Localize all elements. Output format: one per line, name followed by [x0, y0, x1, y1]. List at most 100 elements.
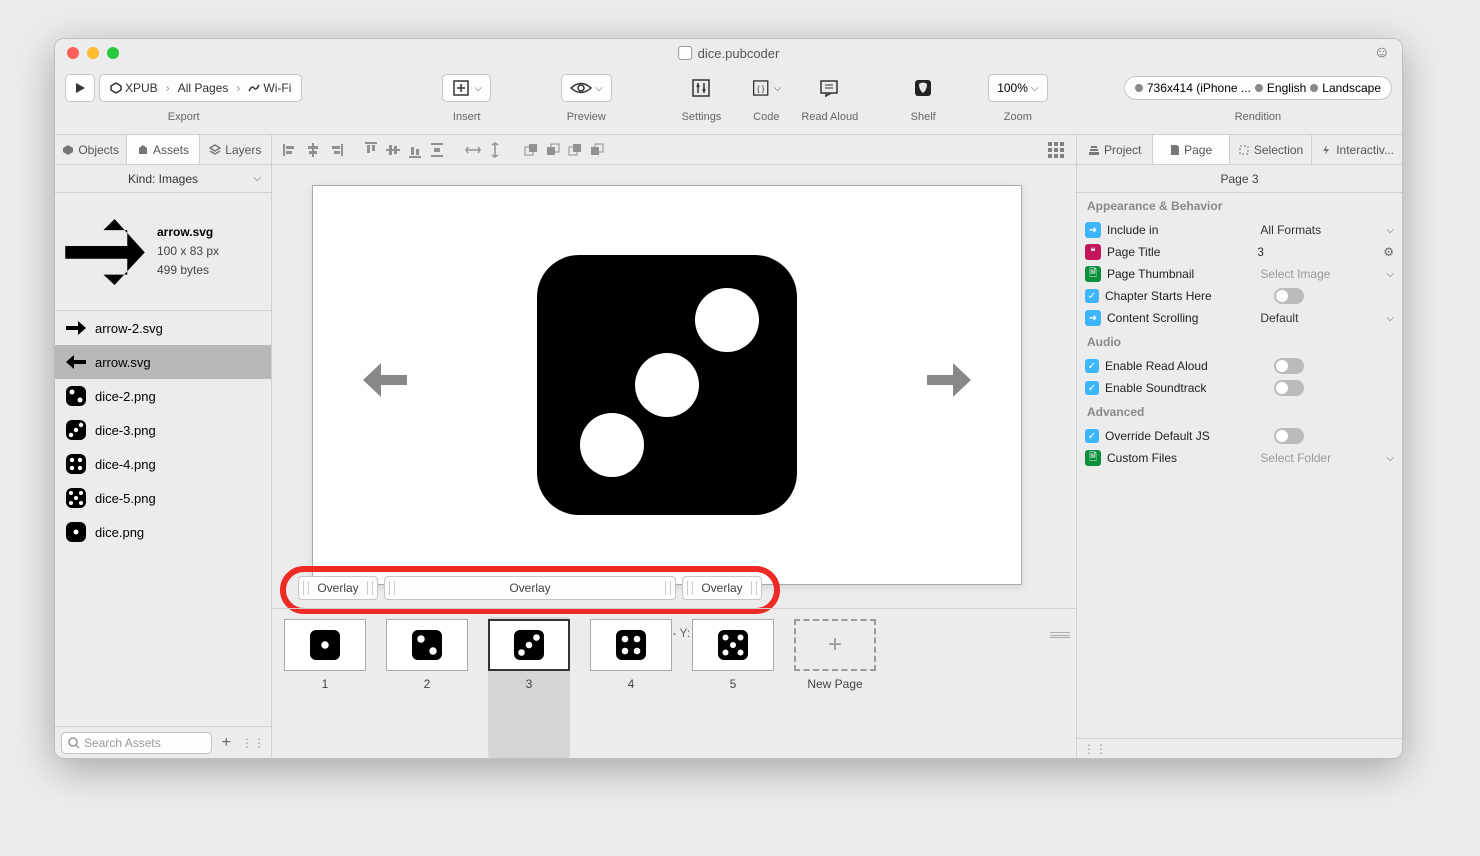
spacing-h-icon[interactable] [464, 141, 482, 159]
overlay-item[interactable]: Overlay [298, 576, 378, 600]
kind-dropdown[interactable]: Kind: Images⌵ [55, 165, 271, 193]
asset-preview: arrow.svg 100 x 83 px 499 bytes [55, 193, 271, 311]
add-asset-button[interactable]: + [218, 734, 235, 752]
page-thumb-4[interactable]: 4 [590, 619, 672, 758]
read-aloud-label: Read Aloud [801, 111, 858, 123]
prev-page-arrow[interactable] [363, 361, 407, 409]
dice5-icon [65, 487, 87, 509]
toggle-switch[interactable] [1274, 288, 1304, 304]
shelf-button[interactable] [908, 73, 938, 103]
file-icon: 🗎 [1085, 266, 1101, 282]
page-thumb-5[interactable]: 5 [692, 619, 774, 758]
overlay-item[interactable]: Overlay [682, 576, 762, 600]
asset-item[interactable]: arrow.svg [55, 345, 271, 379]
minimize-window-button[interactable] [87, 47, 99, 59]
arrange-forward-icon[interactable] [544, 141, 562, 159]
page-thumb-1[interactable]: 1 [284, 619, 366, 758]
asset-item[interactable]: dice-2.png [55, 379, 271, 413]
spacing-v-icon[interactable] [486, 141, 504, 159]
distribute-v-icon[interactable] [428, 141, 446, 159]
tab-project[interactable]: Project [1077, 135, 1153, 164]
asset-footer: Search Assets + ⋮⋮ [55, 726, 271, 758]
next-page-arrow[interactable] [927, 361, 971, 409]
prop-page-thumbnail[interactable]: 🗎 Page Thumbnail Select Image ⌵ [1077, 263, 1402, 285]
prop-enable-soundtrack[interactable]: ✓ Enable Soundtrack [1077, 377, 1402, 399]
overlay-item[interactable]: Overlay [384, 576, 676, 600]
prop-page-title[interactable]: ❝ Page Title 3 ⚙ [1077, 241, 1402, 263]
asset-preview-size: 499 bytes [157, 261, 219, 280]
asset-item[interactable]: dice.png [55, 515, 271, 549]
tab-assets[interactable]: Assets [127, 135, 199, 164]
right-panel: Project Page Selection Interactiv... Pag… [1076, 135, 1402, 758]
right-panel-footer: ⋮⋮ [1077, 738, 1402, 758]
window-title: dice.pubcoder [678, 46, 780, 61]
align-top-icon[interactable] [362, 141, 380, 159]
page-thumb-3[interactable]: 3 [488, 617, 570, 758]
feedback-icon[interactable]: ☺ [1374, 44, 1390, 62]
tab-selection[interactable]: Selection [1230, 135, 1312, 164]
tab-interactivity[interactable]: Interactiv... [1312, 135, 1402, 164]
page-thumb-2[interactable]: 2 [386, 619, 468, 758]
asset-item[interactable]: arrow-2.svg [55, 311, 271, 345]
rendition-selector[interactable]: 736x414 (iPhone ... English Landscape [1124, 76, 1392, 100]
align-right-icon[interactable] [326, 141, 344, 159]
arrange-front-icon[interactable] [522, 141, 540, 159]
asset-item[interactable]: dice-3.png [55, 413, 271, 447]
section-appearance: Appearance & Behavior [1077, 193, 1402, 219]
preview-button[interactable]: ⌵ [561, 74, 612, 102]
close-window-button[interactable] [67, 47, 79, 59]
app-window: dice.pubcoder ☺ XPUB › All Pages › Wi-Fi… [54, 38, 1403, 759]
panel-resize-grip[interactable]: ⋮⋮ [1083, 742, 1107, 756]
prop-chapter-starts[interactable]: ✓ Chapter Starts Here [1077, 285, 1402, 307]
titlebar: dice.pubcoder ☺ [55, 39, 1402, 67]
read-aloud-button[interactable] [815, 73, 845, 103]
dice-graphic[interactable] [532, 250, 802, 520]
search-assets-input[interactable]: Search Assets [61, 732, 212, 754]
zoom-dropdown[interactable]: 100%⌵ [988, 74, 1047, 102]
prop-custom-files[interactable]: 🗎 Custom Files Select Folder ⌵ [1077, 447, 1402, 469]
prop-override-js[interactable]: ✓ Override Default JS [1077, 425, 1402, 447]
play-button[interactable] [65, 74, 95, 102]
align-left-icon[interactable] [282, 141, 300, 159]
align-bottom-icon[interactable] [406, 141, 424, 159]
artboard[interactable] [312, 185, 1022, 585]
asset-item[interactable]: dice-5.png [55, 481, 271, 515]
settings-button[interactable] [686, 73, 716, 103]
preview-label: Preview [567, 111, 606, 123]
tab-objects[interactable]: Objects [55, 135, 127, 164]
align-middle-icon[interactable] [384, 141, 402, 159]
grid-view-icon[interactable] [1046, 140, 1066, 160]
alignment-toolbar [272, 135, 1076, 165]
gear-icon[interactable]: ⚙ [1383, 245, 1394, 259]
panel-resize-grip[interactable]: ⋮⋮ [241, 736, 265, 750]
new-page-button[interactable]: + New Page [794, 619, 876, 758]
checkbox-icon[interactable]: ✓ [1085, 381, 1099, 395]
quote-icon: ❝ [1085, 244, 1101, 260]
document-icon [678, 46, 692, 60]
toolbar: XPUB › All Pages › Wi-Fi Export ⌵ Insert [55, 67, 1402, 135]
tab-layers[interactable]: Layers [200, 135, 271, 164]
insert-button[interactable]: ⌵ [442, 74, 491, 102]
prop-enable-read-aloud[interactable]: ✓ Enable Read Aloud [1077, 355, 1402, 377]
checkbox-icon[interactable]: ✓ [1085, 359, 1099, 373]
asset-item[interactable]: dice-4.png [55, 447, 271, 481]
checkbox-icon[interactable]: ✓ [1085, 289, 1099, 303]
arrow-right-icon [65, 317, 87, 339]
toggle-switch[interactable] [1274, 380, 1304, 396]
tab-page[interactable]: Page [1153, 135, 1229, 164]
export-breadcrumb[interactable]: XPUB › All Pages › Wi-Fi [99, 74, 302, 102]
prop-content-scrolling[interactable]: ➜ Content Scrolling Default ⌵ [1077, 307, 1402, 329]
align-center-h-icon[interactable] [304, 141, 322, 159]
code-button[interactable]: { } ⌵ [751, 73, 781, 103]
checkbox-icon[interactable]: ✓ [1085, 429, 1099, 443]
canvas-area[interactable]: X: 644 - Y: 305 Overlay Overlay Overlay [272, 165, 1076, 758]
code-label: Code [753, 111, 779, 123]
toggle-switch[interactable] [1274, 428, 1304, 444]
toggle-switch[interactable] [1274, 358, 1304, 374]
section-audio: Audio [1077, 329, 1402, 355]
page-icon [1170, 144, 1180, 156]
arrange-back-icon[interactable] [588, 141, 606, 159]
maximize-window-button[interactable] [107, 47, 119, 59]
arrange-backward-icon[interactable] [566, 141, 584, 159]
prop-include-in[interactable]: ➜ Include in All Formats ⌵ [1077, 219, 1402, 241]
